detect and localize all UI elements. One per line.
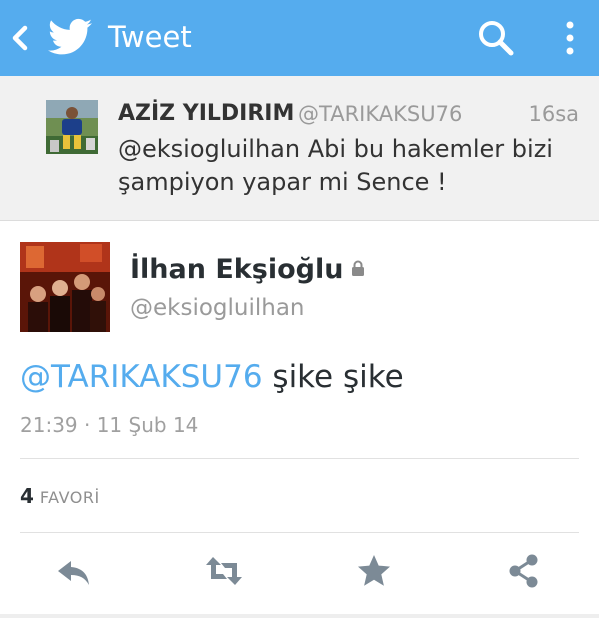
- parent-tweet[interactable]: AZİZ YILDIRIM @TARIKAKSU76 16sa @eksiogl…: [0, 76, 599, 221]
- top-app-bar: Tweet: [0, 0, 599, 76]
- divider: [20, 458, 579, 459]
- twitter-bird-icon: [48, 18, 92, 55]
- overflow-menu-icon[interactable]: [560, 18, 580, 58]
- parent-author-handle[interactable]: @TARIKAKSU76: [298, 100, 462, 128]
- bottom-divider: [0, 614, 599, 618]
- screen-title: Tweet: [108, 20, 192, 54]
- main-tweet: İlhan Ekşioğlu @eksiogluilhan @TARIKAKSU…: [0, 221, 599, 618]
- reply-icon[interactable]: [54, 551, 94, 591]
- parent-timestamp: 16sa: [528, 102, 579, 126]
- author-name-row: İlhan Ekşioğlu: [130, 253, 365, 287]
- favorites-stat[interactable]: 4 FAVORİ: [20, 483, 100, 511]
- favorites-count: 4: [20, 484, 34, 508]
- back-arrow-icon[interactable]: [8, 22, 30, 54]
- author-name[interactable]: İlhan Ekşioğlu: [130, 254, 343, 285]
- retweet-icon[interactable]: [204, 551, 244, 591]
- divider: [20, 532, 579, 533]
- favorite-star-icon[interactable]: [354, 551, 394, 591]
- parent-tweet-text: @eksiogluilhan Abi bu hakemler bizi şamp…: [118, 135, 553, 196]
- mention-link[interactable]: @TARIKAKSU76: [20, 359, 263, 395]
- share-icon[interactable]: [504, 551, 544, 591]
- favorites-label: FAVORİ: [39, 488, 100, 507]
- author-handle[interactable]: @eksiogluilhan: [130, 293, 305, 323]
- search-icon[interactable]: [476, 18, 516, 58]
- tweet-text: @TARIKAKSU76 şike şike: [20, 357, 404, 397]
- parent-avatar[interactable]: [46, 100, 98, 154]
- author-avatar[interactable]: [20, 242, 110, 332]
- lock-icon: [352, 260, 365, 276]
- tweet-text-body: şike şike: [262, 359, 404, 395]
- tweet-timestamp: 21:39 · 11 Şub 14: [20, 413, 199, 437]
- parent-author-name[interactable]: AZİZ YILDIRIM: [118, 100, 294, 128]
